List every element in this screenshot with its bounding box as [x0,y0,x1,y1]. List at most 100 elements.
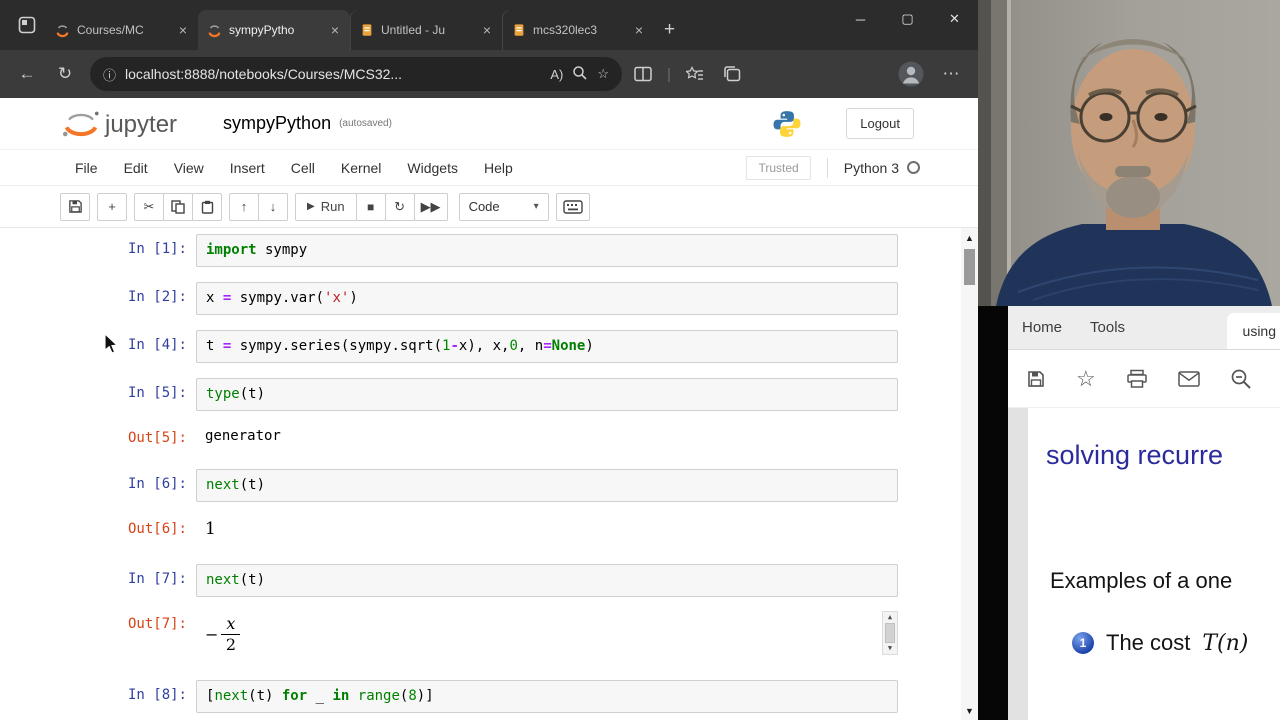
browser-tab-bar: Courses/MC × sympyPytho × Untitled - Ju × mcs3… [0,0,978,50]
notebook-title[interactable]: sympyPython [223,113,331,134]
pdf-save-icon[interactable] [1026,369,1046,389]
code-input[interactable]: import sympy [196,234,898,267]
move-group: ↑ ↓ [229,192,288,221]
page-scrollbar[interactable]: ▲ ▼ [961,228,978,720]
cell-type-value: Code [468,199,500,214]
menu-edit[interactable]: Edit [111,160,161,176]
browser-nav-bar: ← ↻ ⓘ localhost:8888/notebooks/Courses/M… [0,50,978,98]
jupyter-menubar: File Edit View Insert Cell Kernel Widgets Help … [0,150,978,186]
new-tab-button[interactable]: + [664,19,675,41]
stop-button[interactable]: ■ [355,192,386,221]
code-input[interactable]: [next(t) for _ in range(8)] [196,680,898,713]
menu-help[interactable]: Help [471,160,526,176]
scroll-down-icon[interactable]: ▼ [888,644,892,653]
command-palette-button[interactable] [555,192,590,221]
site-info-icon[interactable]: ⓘ [103,65,116,84]
browser-tab[interactable]: mcs320lec3 × [502,10,654,50]
code-cell[interactable]: In [2]: x = sympy.var('x') [0,282,978,315]
menu-file[interactable]: File [62,160,111,176]
copy-cell-button[interactable] [163,192,193,221]
input-prompt: In [2]: [127,289,187,305]
input-prompt: In [8]: [127,687,187,703]
restart-run-all-button[interactable]: ▶▶ [413,192,448,221]
pdf-star-icon[interactable]: ☆ [1076,367,1096,390]
pdf-reader: Home Tools using ☆ solving recurre Examp… [1008,306,1280,720]
output-scrollbar[interactable]: ▲ ▼ [882,611,898,655]
scroll-up-icon[interactable]: ▲ [965,228,974,243]
collections-icon[interactable] [716,57,750,91]
code-cell[interactable]: In [5]: type(t) [0,378,978,411]
cut-cell-button[interactable]: ✂ [134,192,164,221]
reload-button[interactable]: ↻ [48,57,82,91]
pdf-email-icon[interactable] [1177,370,1200,387]
output-prompt: Out[7]: [127,616,187,632]
search-icon[interactable] [572,65,588,84]
save-button[interactable] [60,192,90,221]
code-cell[interactable]: In [7]: next(t) [0,564,978,597]
output-prompt: Out[6]: [127,521,187,537]
browser-tab[interactable]: sympyPytho × [198,10,350,50]
output-area: Out[7]: − x 2 ▲ ▼ [0,609,978,660]
browser-tab[interactable]: Untitled - Ju × [350,10,502,50]
code-input[interactable]: next(t) [196,564,898,597]
restart-kernel-button[interactable]: ↻ [384,192,415,221]
add-favorite-icon[interactable]: ☆ [597,66,609,82]
input-prompt: In [5]: [127,385,187,401]
tab-close-icon[interactable]: × [481,22,493,38]
split-screen-icon[interactable] [626,57,660,91]
move-down-button[interactable]: ↓ [258,192,288,221]
tab-actions-icon[interactable] [8,0,46,50]
jupyter-header: jupyter sympyPython (autosaved) Logout [0,98,978,150]
move-up-button[interactable]: ↑ [229,192,259,221]
menu-view[interactable]: View [161,160,217,176]
back-button[interactable]: ← [10,57,44,91]
more-menu-button[interactable]: ⋯ [934,57,968,91]
pdf-zoom-out-icon[interactable] [1230,368,1252,390]
url-text[interactable]: localhost:8888/notebooks/Courses/MCS32..… [125,66,541,82]
floppy-icon [68,200,82,213]
browser-tab[interactable]: Courses/MC × [46,10,198,50]
code-input[interactable]: type(t) [196,378,898,411]
run-button[interactable]: ▶ Run [295,192,357,221]
tab-label: Untitled - Ju [381,23,446,37]
cell-type-select[interactable]: Code ▾ [458,192,549,221]
code-cell[interactable]: In [6]: next(t) [0,469,978,502]
menu-kernel[interactable]: Kernel [328,160,394,176]
menu-widgets[interactable]: Widgets [394,160,471,176]
menu-insert[interactable]: Insert [217,160,278,176]
notebook-toolbar: + ✂ ↑ ↓ ▶ Run ■ ↻ ▶▶ Code ▾ [0,186,978,228]
python-logo-icon [772,109,802,139]
scroll-up-icon[interactable]: ▲ [888,613,892,622]
minimize-button[interactable]: ─ [837,0,884,38]
code-cell[interactable]: In [4]: t = sympy.series(sympy.sqrt(1-x),… [0,330,978,363]
code-input[interactable]: t = sympy.series(sympy.sqrt(1-x), x,0, n… [196,330,898,363]
jupyter-logo[interactable]: jupyter [60,109,177,139]
tab-close-icon[interactable]: × [177,22,189,38]
menu-cell[interactable]: Cell [278,160,328,176]
pdf-tab-tools[interactable]: Tools [1076,306,1139,350]
code-input[interactable]: x = sympy.var('x') [196,282,898,315]
code-cell[interactable]: In [8]: [next(t) for _ in range(8)] [0,680,978,713]
read-aloud-icon[interactable]: A) [550,67,563,82]
code-input[interactable]: next(t) [196,469,898,502]
pdf-document-tab[interactable]: using [1226,313,1280,349]
address-bar[interactable]: ⓘ localhost:8888/notebooks/Courses/MCS32… [90,57,622,91]
input-prompt: In [4]: [127,337,187,353]
code-cell[interactable]: In [1]: import sympy [0,234,978,267]
favorites-bar-icon[interactable] [678,57,712,91]
tab-close-icon[interactable]: × [329,22,341,38]
input-prompt: In [6]: [127,476,187,492]
pdf-tab-home[interactable]: Home [1008,306,1076,350]
paste-cell-button[interactable] [192,192,222,221]
pdf-print-icon[interactable] [1126,369,1148,389]
scrollbar-thumb[interactable] [964,249,975,285]
maximize-button[interactable]: ▢ [884,0,931,38]
trusted-badge[interactable]: Trusted [746,155,811,180]
add-cell-button[interactable]: + [97,192,127,221]
scroll-down-icon[interactable]: ▼ [965,706,974,720]
scrollbar-thumb[interactable] [885,623,895,643]
logout-button[interactable]: Logout [846,108,914,139]
tab-close-icon[interactable]: × [633,22,645,38]
profile-avatar[interactable] [894,57,928,91]
close-button[interactable]: ✕ [931,0,978,38]
